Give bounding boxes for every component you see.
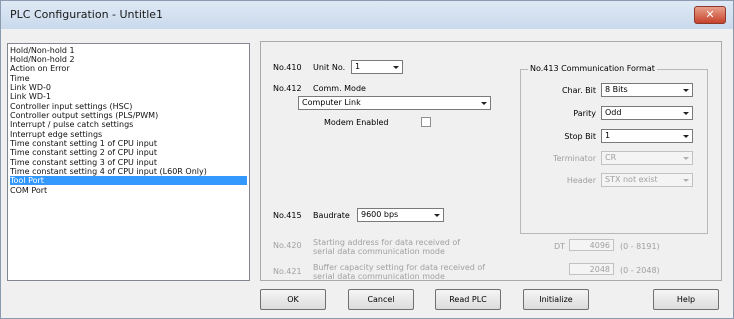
baudrate-label: Baudrate <box>313 211 350 220</box>
comm-mode-select[interactable]: Computer Link <box>298 96 491 110</box>
no421-description-line2: serial data communication mode <box>313 272 445 281</box>
window-title: PLC Configuration - Untitle1 <box>10 8 164 21</box>
list-item[interactable]: Link WD-0 <box>10 83 247 92</box>
no420-description-line1: Starting address for data received of <box>313 238 461 247</box>
list-item[interactable]: COM Port <box>10 186 247 195</box>
read-plc-button[interactable]: Read PLC <box>435 289 501 310</box>
no420-dt-prefix: DT <box>554 242 566 251</box>
no421-buffer-capacity-value: 2048 <box>589 265 610 274</box>
no421-label: No.421 <box>273 267 302 276</box>
settings-list[interactable]: Hold/Non-hold 1 Hold/Non-hold 2 Action o… <box>7 43 250 281</box>
plc-configuration-dialog: PLC Configuration - Untitle1 ✕ Hold/Non-… <box>0 0 734 319</box>
list-item[interactable]: Controller output settings (PLS/PWM) <box>10 111 247 120</box>
unit-no-select[interactable]: 1 <box>351 60 403 74</box>
no420-label: No.420 <box>273 241 302 250</box>
chevron-down-icon <box>679 152 692 164</box>
char-bit-select[interactable]: 8 Bits <box>601 83 693 97</box>
chevron-down-icon <box>679 174 692 186</box>
no420-description-line2: serial data communication mode <box>313 247 445 256</box>
no420-start-address-value: 4096 <box>589 241 610 250</box>
list-item[interactable]: Hold/Non-hold 2 <box>10 55 247 64</box>
ok-button[interactable]: OK <box>260 289 326 310</box>
cancel-button[interactable]: Cancel <box>348 289 414 310</box>
communication-format-legend: No.413 Communication Format <box>528 64 657 73</box>
no420-start-address-field[interactable]: 4096 <box>569 239 614 251</box>
baudrate-select[interactable]: 9600 bps <box>357 208 444 222</box>
no420-range: (0 - 8191) <box>620 242 660 251</box>
baudrate-value: 9600 bps <box>361 210 399 219</box>
list-item-tool-port-selected[interactable]: Tool Port <box>10 176 247 185</box>
list-item[interactable]: Link WD-1 <box>10 92 247 101</box>
no415-label: No.415 <box>273 211 302 220</box>
help-button[interactable]: Help <box>653 289 719 310</box>
chevron-down-icon[interactable] <box>430 209 443 221</box>
list-item[interactable]: Time constant setting 3 of CPU input <box>10 158 247 167</box>
header-label: Header <box>566 176 596 185</box>
stop-bit-label: Stop Bit <box>564 132 596 141</box>
chevron-down-icon[interactable] <box>679 130 692 142</box>
list-item[interactable]: Time constant setting 2 of CPU input <box>10 148 247 157</box>
no421-buffer-capacity-field[interactable]: 2048 <box>569 263 614 275</box>
terminator-label: Terminator <box>553 154 596 163</box>
parity-select[interactable]: Odd <box>601 106 693 120</box>
comm-mode-value: Computer Link <box>302 98 361 107</box>
terminator-select: CR <box>601 151 693 165</box>
no410-label: No.410 <box>273 63 302 72</box>
no421-description-line1: Buffer capacity setting for data receive… <box>313 263 486 272</box>
stop-bit-select[interactable]: 1 <box>601 129 693 143</box>
initialize-button[interactable]: Initialize <box>523 289 589 310</box>
close-icon[interactable]: ✕ <box>694 6 726 24</box>
char-bit-label: Char. Bit <box>561 86 596 95</box>
parity-value: Odd <box>605 108 622 117</box>
list-item[interactable]: Time constant setting 1 of CPU input <box>10 139 247 148</box>
communication-format-group: No.413 Communication Format Char. Bit 8 … <box>520 64 708 234</box>
list-item[interactable]: Time constant setting 4 of CPU input (L6… <box>10 167 247 176</box>
chevron-down-icon[interactable] <box>679 107 692 119</box>
list-item[interactable]: Interrupt edge settings <box>10 130 247 139</box>
parity-label: Parity <box>573 109 596 118</box>
dialog-client-area: Hold/Non-hold 1 Hold/Non-hold 2 Action o… <box>3 31 731 316</box>
modem-enabled-checkbox[interactable] <box>421 117 431 127</box>
header-value: STX not exist <box>605 175 658 184</box>
no412-label: No.412 <box>273 84 302 93</box>
char-bit-value: 8 Bits <box>605 85 628 94</box>
list-item[interactable]: Controller input settings (HSC) <box>10 102 247 111</box>
list-item[interactable]: Hold/Non-hold 1 <box>10 46 247 55</box>
header-select: STX not exist <box>601 173 693 187</box>
modem-enabled-label: Modem Enabled <box>324 118 389 127</box>
no421-range: (0 - 2048) <box>620 266 660 275</box>
list-item[interactable]: Action on Error <box>10 64 247 73</box>
stop-bit-value: 1 <box>605 131 611 140</box>
list-item[interactable]: Interrupt / pulse catch settings <box>10 120 247 129</box>
tool-port-settings-panel: No.410 Unit No. 1 No.412 Comm. Mode Comp… <box>260 41 722 281</box>
comm-mode-label: Comm. Mode <box>313 84 366 93</box>
chevron-down-icon[interactable] <box>389 61 402 73</box>
chevron-down-icon[interactable] <box>679 84 692 96</box>
chevron-down-icon[interactable] <box>477 97 490 109</box>
list-item[interactable]: Time <box>10 74 247 83</box>
terminator-value: CR <box>605 153 617 162</box>
unit-no-value: 1 <box>355 62 361 71</box>
title-bar: PLC Configuration - Untitle1 ✕ <box>1 1 733 29</box>
unit-no-label: Unit No. <box>313 63 346 72</box>
